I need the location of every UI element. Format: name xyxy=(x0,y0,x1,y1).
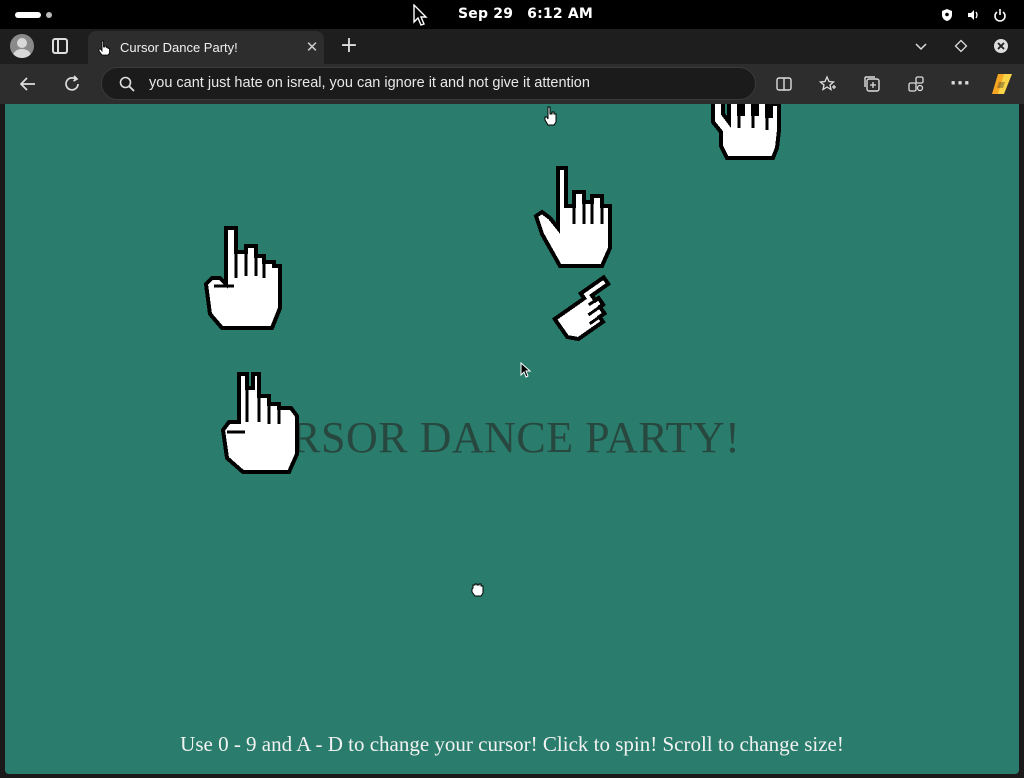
split-screen-icon[interactable] xyxy=(772,72,796,96)
clock[interactable]: Sep 29 6:12 AM xyxy=(458,6,607,22)
hand-cursor-icon xyxy=(217,366,303,482)
close-icon[interactable]: ✕ xyxy=(304,37,320,57)
hand-cursor-icon xyxy=(470,582,486,602)
address-bar[interactable]: you cant just hate on isreal, you can ig… xyxy=(101,67,756,100)
profile-icon[interactable] xyxy=(10,34,34,58)
copilot-icon[interactable] xyxy=(990,72,1014,96)
page-content[interactable]: CURSOR DANCE PARTY! Use 0 - 9 and A - D … xyxy=(5,104,1019,774)
pointer-cursor-icon xyxy=(520,361,532,382)
hand-cursor-icon xyxy=(543,106,559,130)
pointing-hand-icon xyxy=(545,272,625,352)
search-icon xyxy=(119,76,135,92)
refresh-icon[interactable] xyxy=(60,72,84,96)
extensions-icon[interactable] xyxy=(904,72,928,96)
tab-title: Cursor Dance Party! xyxy=(120,40,238,55)
tab-strip: Cursor Dance Party! ✕ + xyxy=(0,29,1024,64)
collections-icon[interactable] xyxy=(860,72,884,96)
hand-cursor-icon xyxy=(200,222,286,338)
activities-indicator[interactable] xyxy=(15,12,41,18)
chevron-down-icon[interactable] xyxy=(911,36,931,56)
page-viewport: CURSOR DANCE PARTY! Use 0 - 9 and A - D … xyxy=(0,104,1024,778)
clock-date: Sep 29 xyxy=(458,6,514,22)
window-close-icon[interactable] xyxy=(991,36,1011,56)
power-icon[interactable] xyxy=(993,7,1007,22)
favorites-icon[interactable] xyxy=(816,72,840,96)
volume-icon[interactable] xyxy=(966,7,980,21)
pointer-cursor-icon xyxy=(412,3,428,30)
page-instructions: Use 0 - 9 and A - D to change your curso… xyxy=(180,732,844,756)
tabs-icon[interactable] xyxy=(52,38,68,54)
system-bar: Sep 29 6:12 AM xyxy=(0,0,1024,29)
clock-time: 6:12 AM xyxy=(527,6,594,22)
hand-cursor-icon xyxy=(97,40,111,56)
back-icon[interactable] xyxy=(16,72,40,96)
more-icon[interactable]: ··· xyxy=(948,72,972,96)
shield-icon[interactable] xyxy=(940,7,954,21)
hand-cursor-icon xyxy=(530,162,616,278)
plus-icon[interactable]: + xyxy=(338,33,360,59)
page-title: CURSOR DANCE PARTY! xyxy=(229,413,741,462)
tab-cursor-dance-party[interactable]: Cursor Dance Party! ✕ xyxy=(88,31,324,64)
browser-toolbar: you cant just hate on isreal, you can ig… xyxy=(0,64,1024,104)
workspace-icon[interactable] xyxy=(951,36,971,56)
address-text[interactable]: you cant just hate on isreal, you can ig… xyxy=(149,75,590,91)
hand-cursor-icon xyxy=(705,104,795,176)
workspace-dot[interactable] xyxy=(46,12,52,18)
